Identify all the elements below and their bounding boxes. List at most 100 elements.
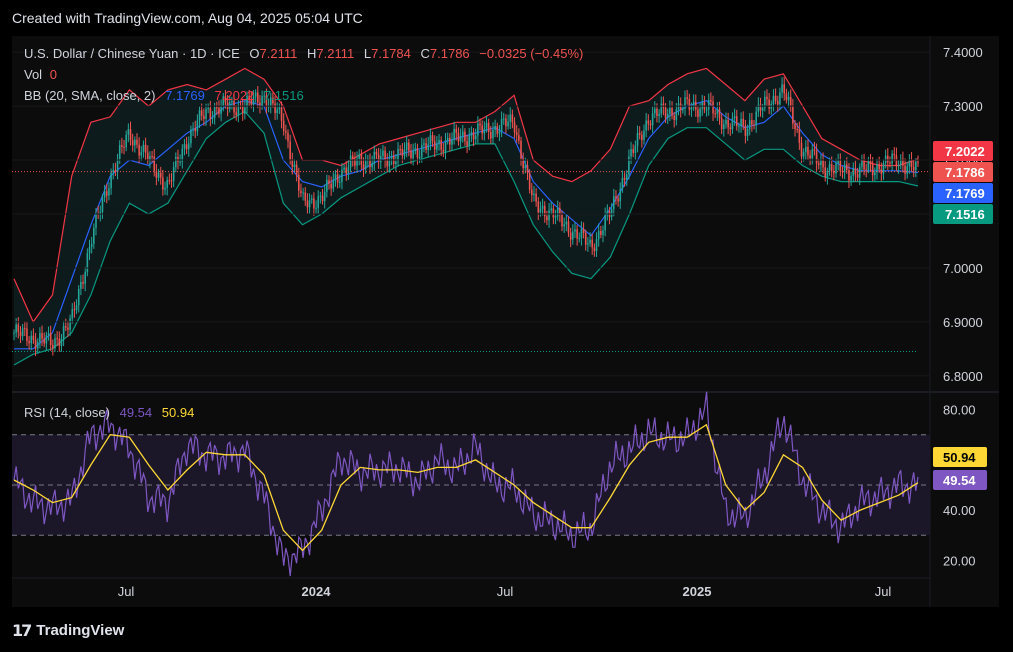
candle-body bbox=[425, 143, 427, 151]
rsi-value-text: 50.94 bbox=[943, 450, 976, 465]
candle-body bbox=[49, 333, 52, 346]
time-tick-label: Jul bbox=[497, 584, 514, 599]
candle-body bbox=[567, 221, 570, 233]
bollinger-legend: BB (20, SMA, close, 2) 7.1769 7.2022 7.1… bbox=[24, 88, 304, 103]
price-label-text: 7.1516 bbox=[945, 207, 985, 222]
candle-body bbox=[213, 107, 216, 119]
bollinger-basis-value: 7.1769 bbox=[165, 88, 205, 103]
candle-body bbox=[237, 105, 240, 115]
candle-body bbox=[295, 164, 298, 175]
candle-body bbox=[587, 243, 589, 245]
candle-body bbox=[817, 163, 820, 165]
tradingview-brand[interactable]: 17 TradingView bbox=[12, 621, 124, 640]
candle-body bbox=[334, 174, 337, 180]
candle-body bbox=[379, 156, 382, 163]
candle-body bbox=[835, 162, 837, 174]
candle-body bbox=[336, 174, 339, 183]
candle-body bbox=[485, 122, 488, 129]
candle-body bbox=[88, 247, 91, 254]
candle-body bbox=[343, 167, 345, 170]
candle-body bbox=[323, 191, 326, 202]
candle-body bbox=[830, 164, 833, 171]
symbol-title[interactable]: U.S. Dollar / Chinese Yuan · 1D · ICE bbox=[24, 46, 240, 61]
volume-label[interactable]: Vol bbox=[24, 67, 42, 82]
candle-body bbox=[276, 109, 279, 114]
close-value: 7.1786 bbox=[429, 46, 470, 61]
bollinger-label[interactable]: BB (20, SMA, close, 2) bbox=[24, 88, 156, 103]
candle-body bbox=[805, 146, 807, 153]
candle-body bbox=[218, 107, 220, 114]
candle-body bbox=[600, 230, 602, 235]
candle-body bbox=[349, 155, 352, 168]
candle-body bbox=[729, 127, 732, 130]
brand-name: TradingView bbox=[36, 622, 125, 639]
candle-body bbox=[110, 172, 112, 189]
candle-body bbox=[712, 101, 714, 114]
candle-body bbox=[595, 239, 598, 252]
candle-body bbox=[615, 196, 617, 199]
high-value: 7.2111 bbox=[316, 46, 355, 61]
candle-body bbox=[401, 149, 404, 156]
candle-body bbox=[550, 208, 553, 211]
high-label: H bbox=[307, 46, 317, 61]
candle-body bbox=[910, 159, 913, 168]
candle-body bbox=[418, 156, 421, 158]
candle-body bbox=[395, 161, 397, 165]
candle-body bbox=[725, 119, 727, 125]
candle-body bbox=[142, 144, 145, 152]
candle-body bbox=[515, 132, 518, 136]
candle-body bbox=[75, 305, 78, 311]
candle-body bbox=[80, 281, 82, 289]
candle-body bbox=[846, 164, 848, 170]
candle-body bbox=[280, 107, 283, 121]
candle-body bbox=[151, 156, 153, 158]
candle-body bbox=[153, 156, 156, 171]
candle-body bbox=[338, 181, 341, 183]
candle-body bbox=[399, 148, 401, 150]
price-legend: U.S. Dollar / Chinese Yuan · 1D · ICE O7… bbox=[24, 46, 583, 61]
candle-body bbox=[477, 123, 479, 136]
candle-body bbox=[673, 115, 676, 121]
candle-body bbox=[492, 129, 494, 139]
candle-body bbox=[86, 253, 89, 273]
candle-body bbox=[498, 131, 501, 134]
price-tick-label: 6.9000 bbox=[943, 315, 983, 330]
candle-body bbox=[274, 103, 276, 114]
candle-body bbox=[490, 131, 492, 139]
candle-body bbox=[166, 180, 168, 188]
candle-body bbox=[451, 139, 453, 145]
candle-body bbox=[815, 150, 818, 164]
candle-body bbox=[718, 109, 721, 119]
candle-body bbox=[300, 190, 302, 194]
candle-body bbox=[828, 164, 831, 172]
candle-body bbox=[211, 118, 214, 120]
rsi-label[interactable]: RSI (14, close) bbox=[24, 405, 110, 420]
candle-body bbox=[535, 193, 537, 202]
candle-body bbox=[496, 126, 499, 134]
candle-body bbox=[289, 141, 291, 161]
candle-body bbox=[666, 113, 669, 118]
candle-body bbox=[481, 125, 483, 134]
candle-body bbox=[26, 328, 28, 341]
close-label: C bbox=[420, 46, 430, 61]
candle-body bbox=[358, 154, 361, 159]
candle-body bbox=[64, 326, 67, 328]
candle-body bbox=[520, 140, 522, 159]
bollinger-lower-value: 7.1516 bbox=[263, 88, 304, 103]
candle-body bbox=[397, 148, 399, 162]
candle-body bbox=[457, 132, 460, 142]
candle-body bbox=[794, 123, 796, 130]
candle-body bbox=[459, 135, 462, 142]
candle-body bbox=[533, 193, 535, 196]
candle-body bbox=[820, 159, 822, 165]
candle-body bbox=[326, 179, 328, 192]
candle-body bbox=[811, 149, 814, 159]
candle-body bbox=[837, 160, 839, 163]
candle-body bbox=[192, 128, 194, 130]
rsi-ma-value: 50.94 bbox=[161, 405, 195, 420]
candle-body bbox=[645, 120, 647, 131]
candle-body bbox=[735, 116, 738, 127]
candle-body bbox=[772, 95, 775, 105]
volume-legend: Vol 0 bbox=[24, 67, 57, 82]
candle-body bbox=[537, 201, 540, 213]
